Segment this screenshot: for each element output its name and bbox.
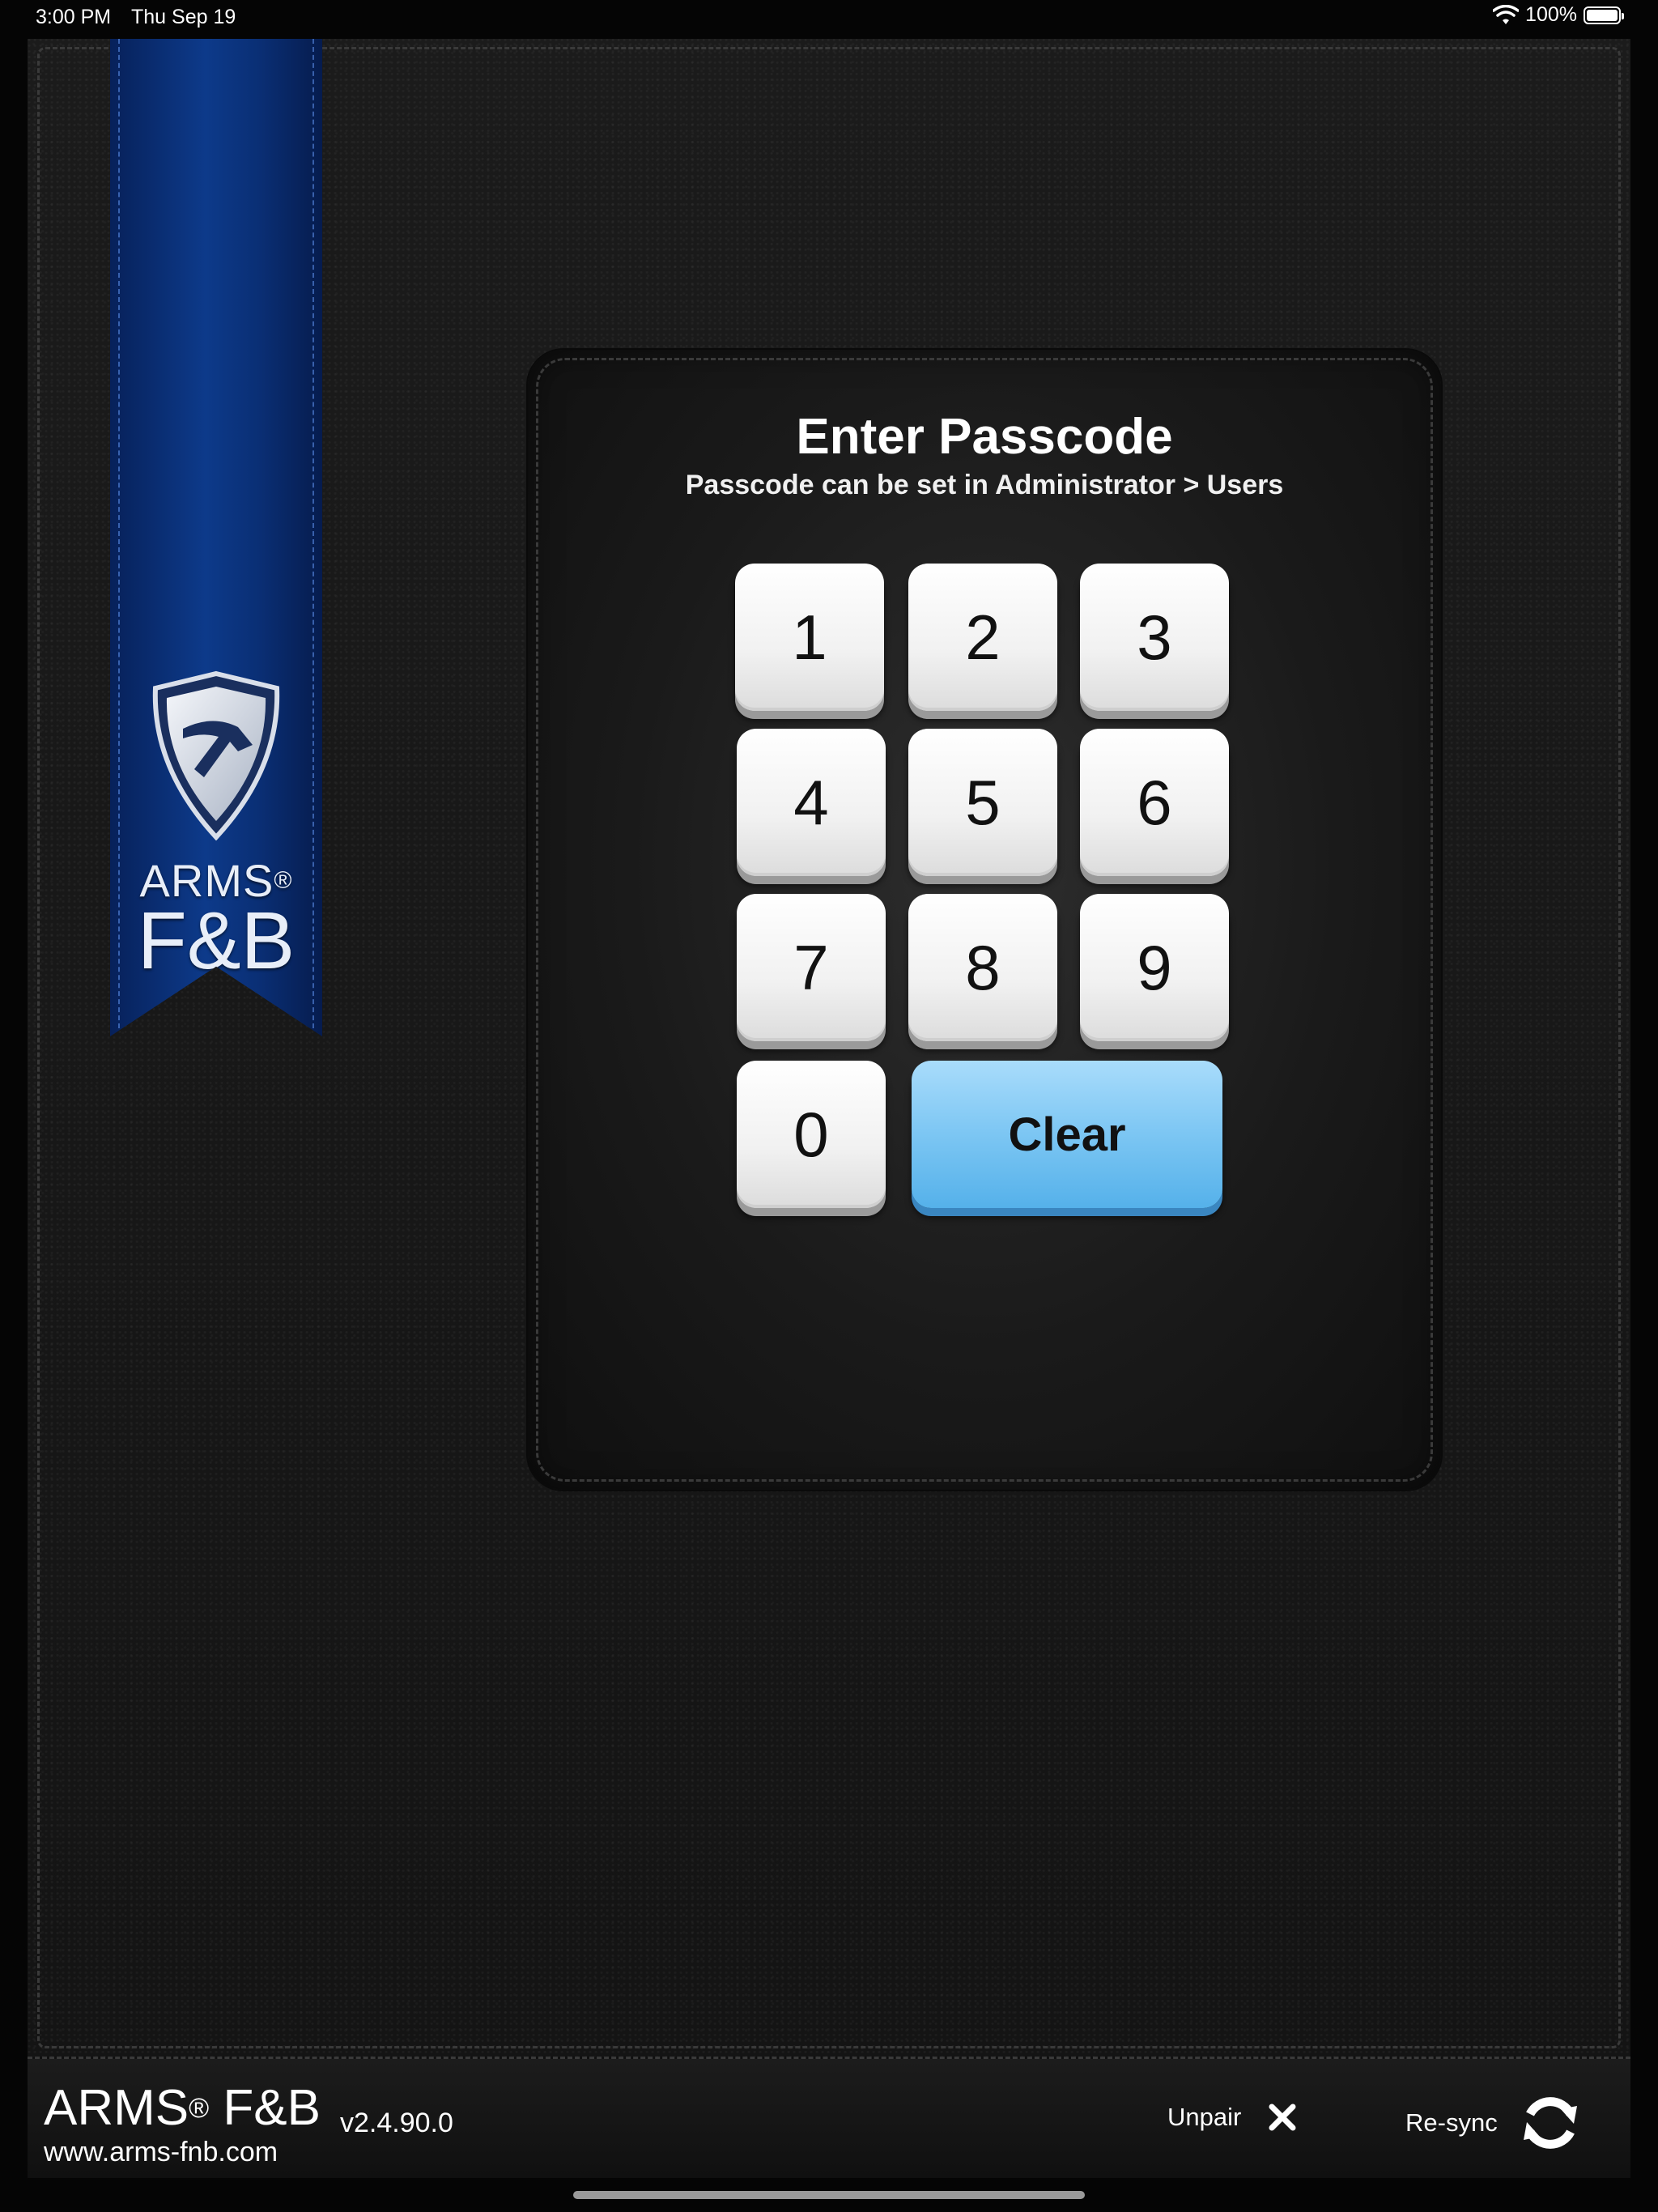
footer-url: www.arms-fnb.com (44, 2137, 278, 2167)
home-indicator[interactable] (573, 2191, 1085, 2199)
key-6[interactable]: 6 (1080, 729, 1229, 876)
shield-icon (152, 670, 280, 840)
unpair-button[interactable]: Unpair (1167, 2103, 1296, 2132)
key-0[interactable]: 0 (737, 1061, 886, 1208)
unpair-label: Unpair (1167, 2103, 1242, 2131)
close-icon (1269, 2104, 1296, 2131)
key-7[interactable]: 7 (737, 894, 886, 1041)
ribbon-logo: ARMS® F&B (110, 670, 322, 981)
passcode-panel: Enter Passcode Passcode can be set in Ad… (528, 350, 1441, 1490)
footer-brand: ARMS® F&B (44, 2080, 321, 2136)
battery-fill (1587, 9, 1618, 21)
key-1[interactable]: 1 (735, 564, 884, 711)
key-3[interactable]: 3 (1080, 564, 1229, 711)
brand-ribbon: ARMS® F&B (110, 39, 322, 1036)
passcode-subtitle: Passcode can be set in Administrator > U… (685, 470, 1284, 500)
bottom-bar: ARMS® F&B www.arms-fnb.com v2.4.90.0 Unp… (28, 2057, 1630, 2178)
app-version: v2.4.90.0 (340, 2108, 453, 2138)
key-2[interactable]: 2 (908, 564, 1057, 711)
battery-percent: 100% (1525, 3, 1577, 26)
status-time: 3:00 PM (36, 6, 112, 28)
refresh-icon (1523, 2097, 1577, 2149)
wifi-icon (1493, 4, 1520, 24)
screen: 3:00 PM Thu Sep 19 100% ARMS® F&B Enter … (0, 0, 1658, 2212)
battery-icon (1584, 6, 1624, 24)
key-4[interactable]: 4 (737, 729, 886, 876)
footer-registered-mark: ® (189, 2093, 210, 2124)
key-9[interactable]: 9 (1080, 894, 1229, 1041)
clear-button[interactable]: Clear (912, 1061, 1222, 1208)
resync-label: Re-sync (1405, 2108, 1498, 2137)
key-5[interactable]: 5 (908, 729, 1057, 876)
status-date: Thu Sep 19 (131, 6, 236, 28)
registered-mark: ® (274, 867, 293, 894)
resync-button[interactable]: Re-sync (1405, 2090, 1584, 2156)
status-right: 100% (1493, 3, 1624, 27)
passcode-title: Enter Passcode (796, 409, 1173, 465)
status-bar: 3:00 PM Thu Sep 19 100% (0, 0, 1658, 36)
key-8[interactable]: 8 (908, 894, 1057, 1041)
